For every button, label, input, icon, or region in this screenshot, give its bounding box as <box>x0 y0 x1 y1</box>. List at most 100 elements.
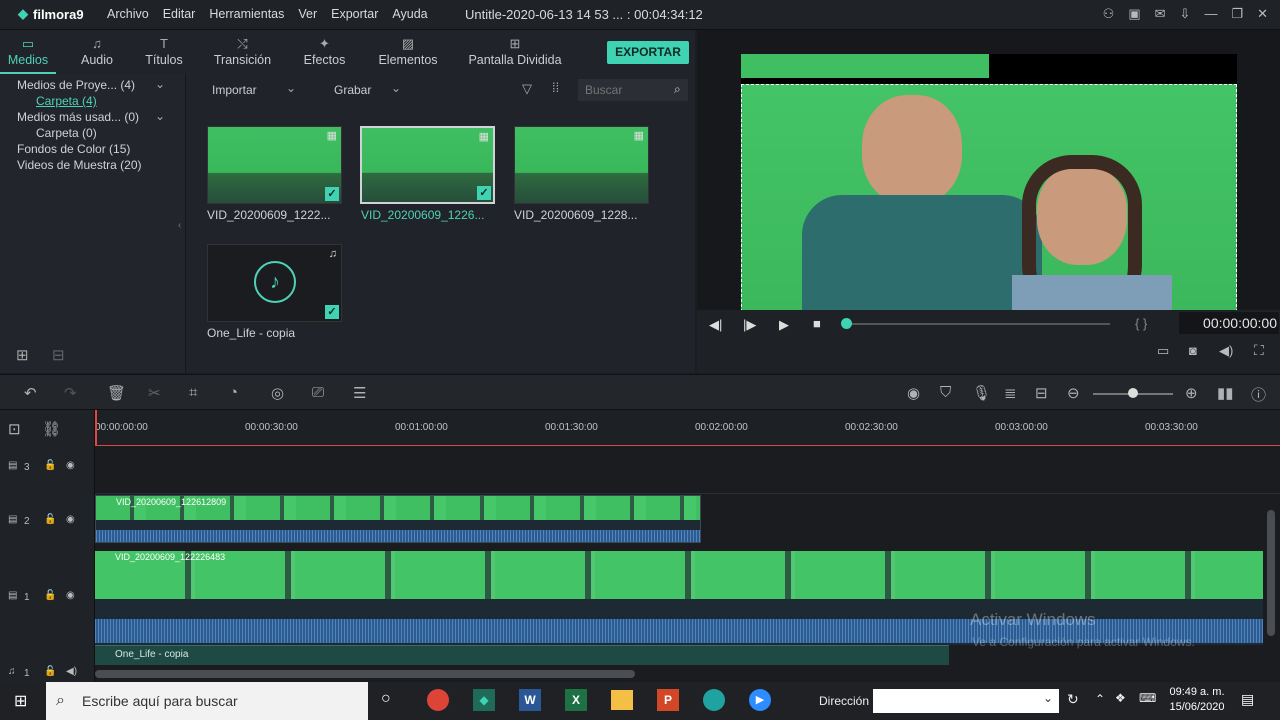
address-input[interactable]: ⌄ <box>873 689 1059 713</box>
horizontal-scrollbar[interactable] <box>95 670 635 678</box>
step-back-icon[interactable]: |▶ <box>743 317 756 333</box>
task-view-icon[interactable]: ○ <box>381 690 391 708</box>
tree-item-sample-videos[interactable]: Videos de Muestra (20) <box>17 158 142 172</box>
volume-icon[interactable]: ◀) <box>1219 343 1233 359</box>
video-clip-track-1[interactable]: VID_20200609_122226483 <box>95 551 1263 645</box>
menu-herramientas[interactable]: Herramientas <box>202 7 291 21</box>
notification-icon[interactable]: ▤ <box>1241 691 1254 708</box>
delete-icon[interactable]: 🗑 <box>107 384 126 402</box>
green-screen-icon[interactable]: ⎚ <box>312 384 324 401</box>
dropbox-icon[interactable]: ❖ <box>1115 691 1126 705</box>
snapshot-icon[interactable]: ◙ <box>1189 343 1197 358</box>
chevron-up-icon[interactable]: ⌃ <box>1095 692 1105 706</box>
speaker-icon[interactable]: ◀) <box>66 666 77 677</box>
media-thumbnail-3[interactable]: ▦ <box>514 126 649 204</box>
zoom-slider-handle[interactable] <box>1128 388 1138 398</box>
save-icon[interactable]: ▣ <box>1128 6 1140 22</box>
record-dropdown[interactable]: Grabar <box>334 83 371 97</box>
vertical-scrollbar[interactable] <box>1267 510 1275 636</box>
search-input[interactable] <box>578 79 688 101</box>
tab-pantalla-dividida[interactable]: ⊞ Pantalla Dividida <box>462 30 568 74</box>
powerpoint-icon[interactable]: P <box>657 689 679 711</box>
snap-icon[interactable]: ⊟ <box>1035 384 1048 402</box>
zoom-out-icon[interactable]: ⊖ <box>1067 384 1080 402</box>
filmora-taskbar-icon[interactable]: ◆ <box>473 689 495 711</box>
edge-icon[interactable] <box>703 689 725 711</box>
tab-efectos[interactable]: ✦ Efectos <box>295 30 354 74</box>
menu-editar[interactable]: Editar <box>156 7 203 21</box>
menu-exportar[interactable]: Exportar <box>324 7 385 21</box>
pause-tracks-icon[interactable]: ▮▮ <box>1217 384 1234 402</box>
add-track-icon[interactable]: ⊡ <box>8 420 21 438</box>
audio-clip-track-1[interactable]: One_Life - copia <box>95 645 949 665</box>
tab-elementos[interactable]: ▨ Elementos <box>354 30 462 74</box>
tab-audio[interactable]: ♫ Audio <box>56 30 138 74</box>
tree-item-folder-used[interactable]: Carpeta (0) <box>36 126 97 140</box>
prev-frame-icon[interactable]: ◀| <box>709 317 722 333</box>
scrubber-handle[interactable] <box>841 318 852 329</box>
chevron-down-icon[interactable]: ⌄ <box>155 109 165 123</box>
tree-item-folder-project[interactable]: Carpeta (4) <box>36 94 97 108</box>
delete-folder-icon[interactable]: ⊟ <box>52 346 65 364</box>
lock-icon[interactable]: 🔓 <box>44 666 56 677</box>
taskbar-search[interactable]: ⌕ Escribe aquí para buscar <box>46 682 368 720</box>
menu-archivo[interactable]: Archivo <box>100 7 156 21</box>
lock-icon[interactable]: 🔓 <box>44 590 56 601</box>
menu-ayuda[interactable]: Ayuda <box>385 7 434 21</box>
excel-icon[interactable]: X <box>565 689 587 711</box>
audio-adjust-icon[interactable]: ☰ <box>353 384 366 402</box>
chrome-icon[interactable] <box>427 689 449 711</box>
tree-item-color-backgrounds[interactable]: Fondos de Color (15) <box>17 142 130 156</box>
cut-icon[interactable]: ✂ <box>148 384 161 402</box>
mark-in-out[interactable]: { } <box>1135 316 1147 331</box>
eye-icon[interactable]: ◉ <box>66 590 75 601</box>
tab-transicion[interactable]: ⤭ Transición <box>190 30 295 74</box>
tab-medios[interactable]: ▭ Medios <box>0 30 56 74</box>
windows-start-icon[interactable]: ⊞ <box>14 691 27 711</box>
mail-icon[interactable]: ✉ <box>1155 6 1166 22</box>
eye-icon[interactable]: ◉ <box>66 460 75 471</box>
collapse-arrow-icon[interactable]: ‹ <box>178 220 181 231</box>
refresh-icon[interactable]: ↻ <box>1067 691 1079 708</box>
microphone-icon[interactable]: 🎙 <box>972 384 991 402</box>
color-icon[interactable]: ◎ <box>271 384 284 402</box>
help-icon[interactable]: ⓘ <box>1251 384 1266 405</box>
filter-icon[interactable]: ▽ <box>522 81 532 97</box>
preview-scrubber[interactable] <box>846 323 1110 325</box>
new-folder-icon[interactable]: ⊞ <box>16 346 29 364</box>
redo-icon[interactable]: ↷ <box>64 384 77 402</box>
menu-ver[interactable]: Ver <box>291 7 324 21</box>
system-clock[interactable]: 09:49 a. m. 15/06/2020 <box>1166 686 1228 713</box>
voiceover-icon[interactable]: ≣ <box>1004 384 1017 402</box>
marker-icon[interactable]: ⛉ <box>940 384 951 401</box>
timeline-ruler[interactable]: 00:00:00:00 00:00:30:00 00:01:00:00 00:0… <box>95 410 1280 446</box>
keyboard-icon[interactable]: ⌨ <box>1139 691 1156 705</box>
video-clip-track-2[interactable]: VID_20200609_122612809 <box>95 495 701 543</box>
lock-icon[interactable]: 🔓 <box>44 514 56 525</box>
export-button[interactable]: EXPORTAR <box>607 41 689 64</box>
chevron-down-icon[interactable]: ⌄ <box>155 77 165 91</box>
file-explorer-icon[interactable] <box>611 690 633 710</box>
undo-icon[interactable]: ↶ <box>24 384 37 402</box>
playhead[interactable] <box>95 410 97 446</box>
account-icon[interactable]: ⚇ <box>1103 6 1115 22</box>
zoom-app-icon[interactable]: ▶ <box>749 689 771 711</box>
display-settings-icon[interactable]: ▭ <box>1157 343 1169 359</box>
media-thumbnail-2[interactable]: ▦ ✓ <box>360 126 495 204</box>
chevron-down-icon[interactable]: ⌄ <box>286 81 296 95</box>
eye-icon[interactable]: ◉ <box>66 514 75 525</box>
stop-icon[interactable]: ■ <box>813 316 821 331</box>
fullscreen-icon[interactable]: ⛶ <box>1254 342 1264 359</box>
download-icon[interactable]: ⇩ <box>1180 6 1191 22</box>
crop-icon[interactable]: ⌗ <box>189 384 197 401</box>
play-icon[interactable]: ▶ <box>779 317 789 333</box>
minimize-icon[interactable]: — <box>1204 6 1217 22</box>
media-thumbnail-1[interactable]: ▦ ✓ <box>207 126 342 204</box>
link-icon[interactable]: ⛓ <box>42 420 61 438</box>
render-icon[interactable]: ◉ <box>907 384 920 402</box>
chevron-down-icon[interactable]: ⌄ <box>391 81 401 95</box>
tree-item-project-media[interactable]: Medios de Proye... (4) <box>17 78 135 92</box>
maximize-icon[interactable]: ❐ <box>1231 6 1243 22</box>
tab-titulos[interactable]: T Títulos <box>138 30 190 74</box>
lock-icon[interactable]: 🔓 <box>44 460 56 471</box>
